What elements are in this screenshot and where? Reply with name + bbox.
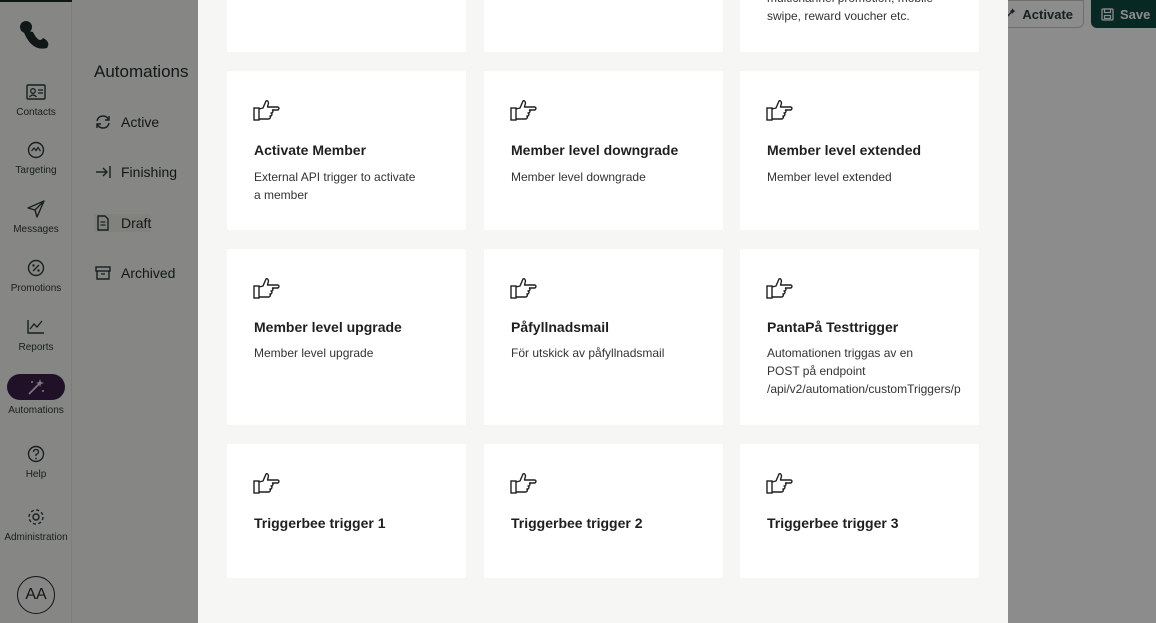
trigger-card-title: Påfyllnadsmail (511, 319, 610, 335)
trigger-card-desc: Member level downgrade (511, 170, 646, 184)
pointing-hand-icon (253, 278, 280, 299)
trigger-card-member-level-extended[interactable]: Member level extended Member level exten… (740, 71, 979, 230)
trigger-card-desc: För utskick av påfyllnadsmail (511, 346, 665, 360)
pointing-hand-icon (766, 473, 793, 494)
trigger-card-title: Activate Member (254, 142, 367, 158)
trigger-card-title: PantaPå Testtrigger (767, 319, 899, 335)
trigger-card-desc: Automationen triggas av en POST på endpo… (767, 346, 961, 396)
trigger-card-pantapa-testtrigger[interactable]: PantaPå Testtrigger Automationen triggas… (740, 249, 979, 425)
trigger-card-triggerbee-2[interactable]: Triggerbee trigger 2 (484, 444, 723, 578)
trigger-card-partial-1[interactable] (227, 0, 466, 52)
trigger-card-title: Triggerbee trigger 1 (254, 515, 386, 531)
pointing-hand-icon (510, 473, 537, 494)
trigger-card-title: Member level upgrade (254, 319, 402, 335)
trigger-card-member-level-downgrade[interactable]: Member level downgrade Member level down… (484, 71, 723, 230)
pointing-hand-icon (510, 100, 537, 121)
trigger-picker-modal: multichannel promotion, mobile swipe, re… (198, 0, 1008, 623)
trigger-card-title: Member level extended (767, 142, 922, 158)
trigger-card-title: Member level downgrade (511, 142, 679, 158)
trigger-card-desc: Member level extended (767, 170, 892, 184)
pointing-hand-icon (253, 473, 280, 494)
trigger-card-title: Triggerbee trigger 2 (511, 515, 643, 531)
pointing-hand-icon (766, 100, 793, 121)
trigger-card-triggerbee-3[interactable]: Triggerbee trigger 3 (740, 444, 979, 578)
trigger-card-desc: multichannel promotion, mobile swipe, re… (767, 0, 933, 23)
pointing-hand-icon (253, 100, 280, 121)
trigger-card-title: Triggerbee trigger 3 (767, 515, 899, 531)
trigger-card-triggerbee-1[interactable]: Triggerbee trigger 1 (227, 444, 466, 578)
pointing-hand-icon (766, 278, 793, 299)
trigger-card-member-level-upgrade[interactable]: Member level upgrade Member level upgrad… (227, 249, 466, 425)
pointing-hand-icon (510, 278, 537, 299)
trigger-card-partial-2[interactable] (484, 0, 723, 52)
trigger-card-activate-member[interactable]: Activate Member External API trigger to … (227, 71, 466, 230)
trigger-card-desc: Member level upgrade (254, 346, 374, 360)
trigger-card-desc: External API trigger to activate a membe… (254, 170, 416, 202)
trigger-card-pafyllnadsmail[interactable]: Påfyllnadsmail För utskick av påfyllnads… (484, 249, 723, 425)
trigger-card-partial-3[interactable]: multichannel promotion, mobile swipe, re… (740, 0, 979, 52)
